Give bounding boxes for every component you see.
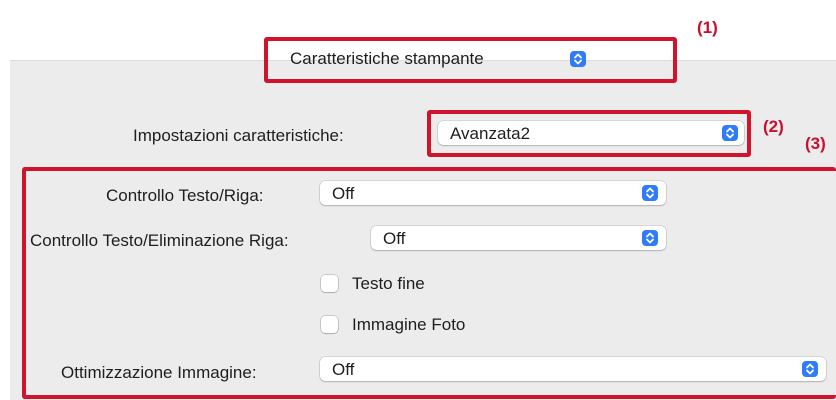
image-optimization-label: Ottimizzazione Immagine: bbox=[61, 363, 257, 382]
chevron-updown-icon bbox=[642, 230, 658, 246]
pane-popup[interactable]: Caratteristiche stampante bbox=[280, 47, 600, 73]
image-optimization-popup[interactable]: Off bbox=[320, 357, 826, 381]
text-line-control-popup[interactable]: Off bbox=[320, 181, 666, 205]
photo-image-checkbox[interactable] bbox=[321, 316, 338, 333]
text-line-elimination-label: Controllo Testo/Eliminazione Riga: bbox=[30, 231, 289, 250]
text-line-control-label: Controllo Testo/Riga: bbox=[106, 186, 264, 205]
chevron-updown-icon bbox=[802, 361, 818, 377]
pane-popup-value: Caratteristiche stampante bbox=[290, 49, 484, 68]
text-line-elimination-popup[interactable]: Off bbox=[371, 226, 666, 250]
text-line-control-value: Off bbox=[332, 184, 355, 203]
chevron-updown-icon bbox=[642, 185, 658, 201]
features-popup-value: Avanzata2 bbox=[450, 124, 531, 143]
chevron-updown-icon bbox=[722, 125, 738, 141]
image-optimization-value: Off bbox=[332, 360, 355, 379]
photo-image-label: Immagine Foto bbox=[352, 315, 466, 334]
features-popup[interactable]: Avanzata2 bbox=[438, 121, 744, 145]
fine-text-label: Testo fine bbox=[352, 274, 425, 293]
fine-text-checkbox[interactable] bbox=[321, 275, 338, 292]
chevron-updown-icon bbox=[570, 51, 586, 67]
text-line-elimination-value: Off bbox=[383, 229, 406, 248]
features-label: Impostazioni caratteristiche: bbox=[133, 126, 344, 145]
callout-1: (1) bbox=[697, 18, 718, 37]
callout-3: (3) bbox=[805, 134, 826, 153]
callout-2: (2) bbox=[763, 117, 784, 136]
